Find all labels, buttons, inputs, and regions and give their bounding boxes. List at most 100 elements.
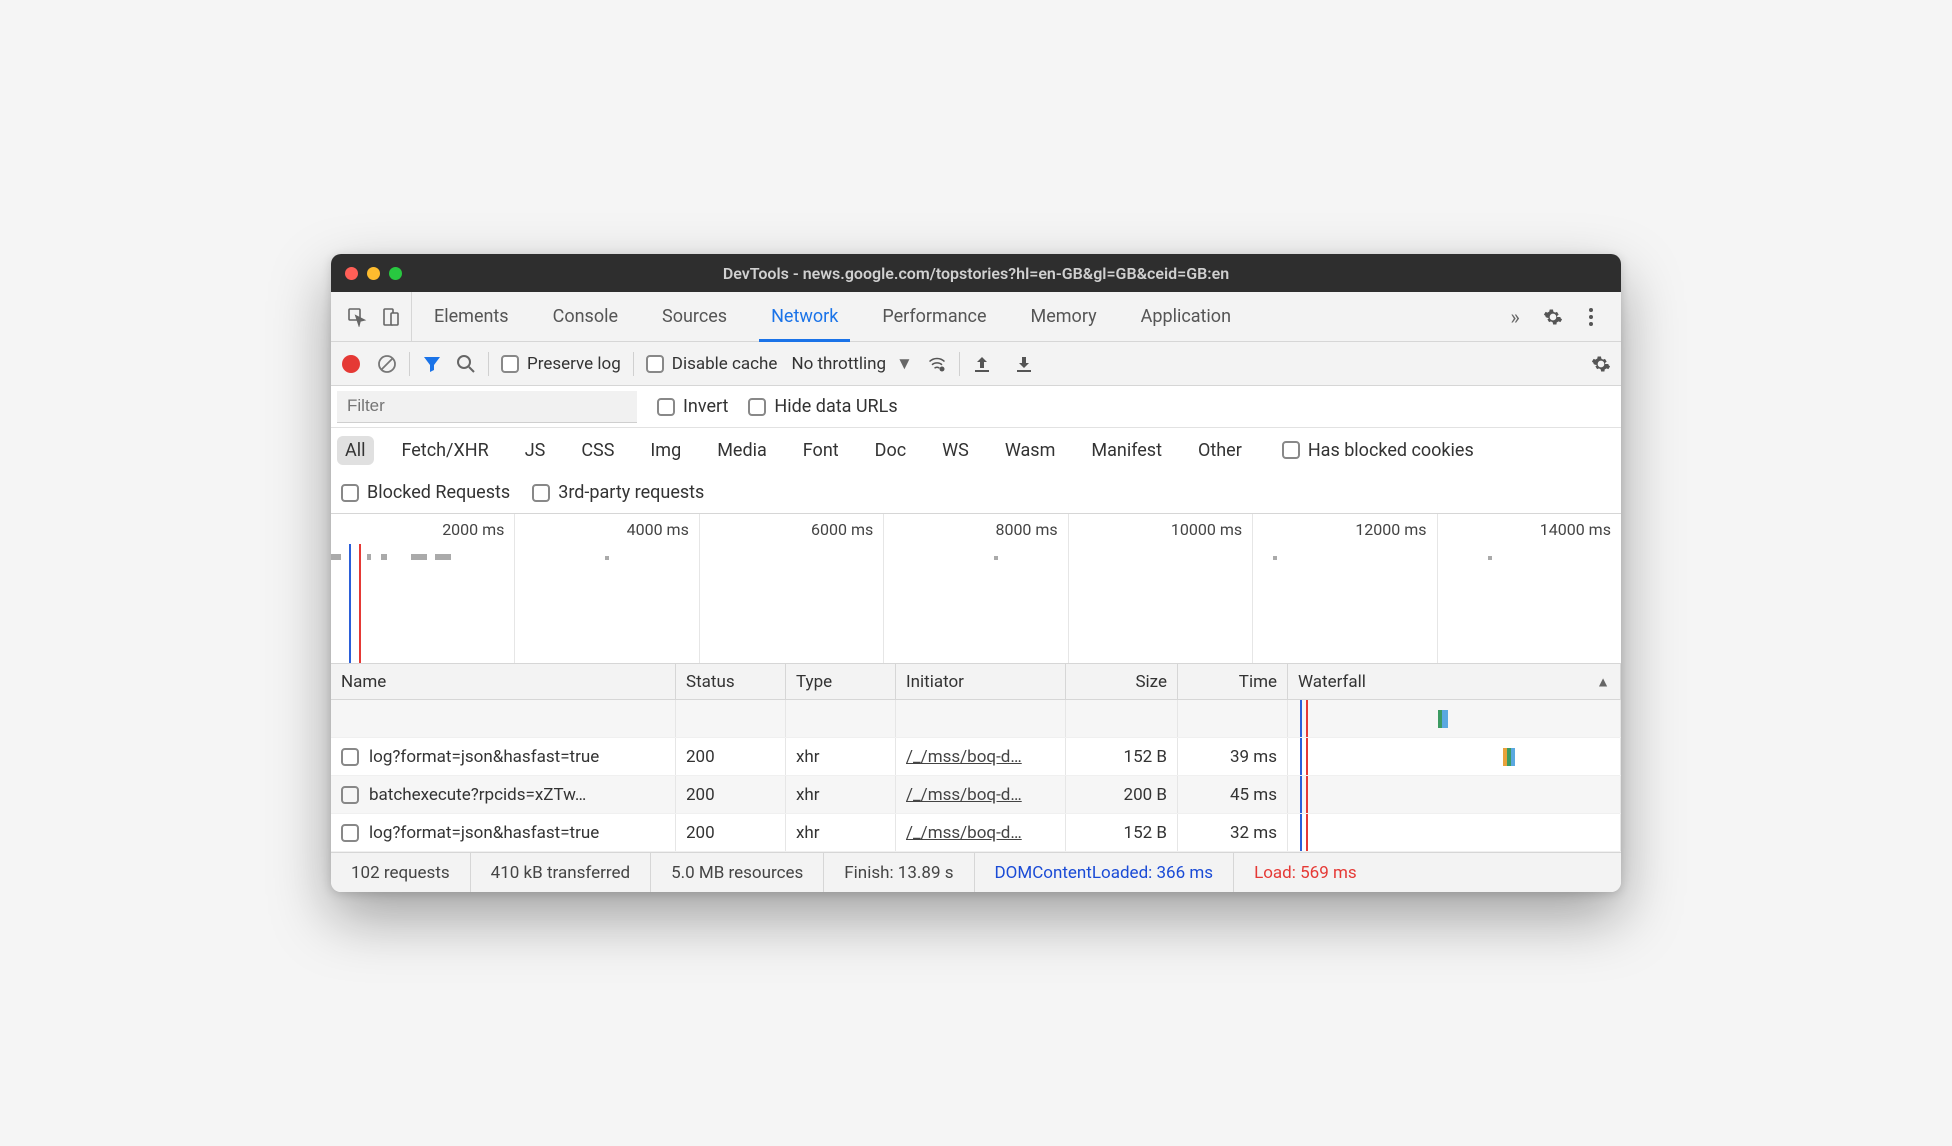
column-waterfall[interactable]: Waterfall ▲ — [1288, 664, 1621, 699]
settings-gear-icon[interactable] — [1543, 307, 1563, 327]
disable-cache-checkbox[interactable] — [646, 355, 664, 373]
search-icon[interactable] — [456, 354, 476, 374]
invert-checkbox[interactable] — [657, 398, 675, 416]
table-row[interactable]: log?format=json&hasfast=true 200 xhr /_/… — [331, 738, 1621, 776]
timeline-tick: 6000 ms — [811, 520, 873, 539]
timeline-tick: 8000 ms — [995, 520, 1057, 539]
type-ws[interactable]: WS — [934, 436, 977, 465]
request-size: 152 B — [1124, 747, 1167, 767]
more-tabs-icon[interactable]: » — [1505, 307, 1525, 327]
type-manifest[interactable]: Manifest — [1083, 436, 1170, 465]
request-size: 200 B — [1124, 785, 1167, 805]
initiator-link[interactable]: /_/mss/boq-d… — [906, 785, 1022, 805]
download-har-icon[interactable] — [1014, 354, 1034, 374]
tab-performance[interactable]: Performance — [860, 292, 1008, 341]
disable-cache-option[interactable]: Disable cache — [646, 354, 778, 374]
request-size: 152 B — [1124, 823, 1167, 843]
window-title: DevTools - news.google.com/topstories?hl… — [331, 264, 1621, 283]
preserve-log-checkbox[interactable] — [501, 355, 519, 373]
status-transferred: 410 kB transferred — [471, 853, 651, 892]
tab-sources[interactable]: Sources — [640, 292, 749, 341]
requests-table-body: log?format=json&hasfast=true 200 xhr /_/… — [331, 700, 1621, 852]
column-status[interactable]: Status — [676, 664, 786, 699]
request-time: 39 ms — [1230, 747, 1277, 767]
type-wasm[interactable]: Wasm — [997, 436, 1064, 465]
upload-har-icon[interactable] — [972, 354, 992, 374]
timeline-tick: 10000 ms — [1171, 520, 1242, 539]
type-all[interactable]: All — [337, 436, 374, 465]
row-checkbox[interactable] — [341, 824, 359, 842]
sort-arrow-icon: ▲ — [1596, 673, 1610, 690]
hide-data-urls-checkbox[interactable] — [748, 398, 766, 416]
type-other[interactable]: Other — [1190, 436, 1250, 465]
network-toolbar: Preserve log Disable cache No throttling… — [331, 342, 1621, 386]
has-blocked-cookies-checkbox[interactable] — [1282, 441, 1300, 459]
type-doc[interactable]: Doc — [867, 436, 915, 465]
type-media[interactable]: Media — [709, 436, 775, 465]
type-font[interactable]: Font — [795, 436, 847, 465]
third-party-requests-option[interactable]: 3rd-party requests — [532, 482, 704, 503]
throttling-select[interactable]: No throttling ▼ — [783, 354, 920, 374]
blocked-requests-option[interactable]: Blocked Requests — [341, 482, 510, 503]
filter-input[interactable] — [337, 391, 637, 423]
request-status: 200 — [686, 747, 715, 767]
column-size[interactable]: Size — [1066, 664, 1178, 699]
request-type: xhr — [796, 823, 820, 843]
request-status: 200 — [686, 823, 715, 843]
request-time: 32 ms — [1230, 823, 1277, 843]
tab-console[interactable]: Console — [531, 292, 640, 341]
main-tabs-bar: Elements Console Sources Network Perform… — [331, 292, 1621, 342]
main-tabs: Elements Console Sources Network Perform… — [412, 292, 1491, 341]
timeline-overview[interactable]: 2000 ms 4000 ms 6000 ms 8000 ms 10000 ms… — [331, 514, 1621, 664]
row-checkbox[interactable] — [341, 786, 359, 804]
request-type: xhr — [796, 747, 820, 767]
third-party-requests-checkbox[interactable] — [532, 484, 550, 502]
initiator-link[interactable]: /_/mss/boq-d… — [906, 823, 1022, 843]
request-status: 200 — [686, 785, 715, 805]
inspect-element-icon[interactable] — [347, 307, 367, 327]
type-css[interactable]: CSS — [573, 436, 622, 465]
type-js[interactable]: JS — [517, 436, 554, 465]
status-bar: 102 requests 410 kB transferred 5.0 MB r… — [331, 852, 1621, 892]
column-initiator[interactable]: Initiator — [896, 664, 1066, 699]
hide-data-urls-option[interactable]: Hide data URLs — [748, 396, 897, 417]
request-name: log?format=json&hasfast=true — [369, 747, 599, 767]
tab-elements[interactable]: Elements — [412, 292, 531, 341]
clear-icon[interactable] — [377, 354, 397, 374]
network-conditions-icon[interactable] — [927, 354, 947, 374]
request-name: batchexecute?rpcids=xZTw… — [369, 785, 586, 805]
minimize-window-button[interactable] — [367, 267, 380, 280]
requests-table-header: Name Status Type Initiator Size Time Wat… — [331, 664, 1621, 700]
device-toolbar-icon[interactable] — [381, 307, 401, 327]
type-fetch-xhr[interactable]: Fetch/XHR — [394, 436, 497, 465]
request-name: log?format=json&hasfast=true — [369, 823, 599, 843]
type-img[interactable]: Img — [642, 436, 689, 465]
table-row[interactable]: batchexecute?rpcids=xZTw… 200 xhr /_/mss… — [331, 776, 1621, 814]
devtools-window: DevTools - news.google.com/topstories?hl… — [331, 254, 1621, 892]
blocked-requests-checkbox[interactable] — [341, 484, 359, 502]
column-time[interactable]: Time — [1178, 664, 1288, 699]
invert-option[interactable]: Invert — [657, 396, 728, 417]
chevron-down-icon: ▼ — [896, 354, 913, 374]
request-type: xhr — [796, 785, 820, 805]
tab-application[interactable]: Application — [1119, 292, 1253, 341]
filter-row: Invert Hide data URLs — [331, 386, 1621, 428]
status-finish: Finish: 13.89 s — [824, 853, 974, 892]
tab-memory[interactable]: Memory — [1009, 292, 1119, 341]
has-blocked-cookies-option[interactable]: Has blocked cookies — [1282, 440, 1474, 461]
network-settings-gear-icon[interactable] — [1591, 354, 1611, 374]
timeline-tick: 12000 ms — [1355, 520, 1426, 539]
kebab-menu-icon[interactable] — [1581, 307, 1601, 327]
record-button[interactable] — [341, 354, 361, 374]
row-checkbox[interactable] — [341, 748, 359, 766]
maximize-window-button[interactable] — [389, 267, 402, 280]
close-window-button[interactable] — [345, 267, 358, 280]
preserve-log-option[interactable]: Preserve log — [501, 354, 621, 374]
column-type[interactable]: Type — [786, 664, 896, 699]
status-domcontentloaded: DOMContentLoaded: 366 ms — [975, 853, 1235, 892]
tab-network[interactable]: Network — [749, 292, 860, 341]
initiator-link[interactable]: /_/mss/boq-d… — [906, 747, 1022, 767]
table-row[interactable]: log?format=json&hasfast=true 200 xhr /_/… — [331, 814, 1621, 852]
filter-funnel-icon[interactable] — [422, 354, 442, 374]
column-name[interactable]: Name — [331, 664, 676, 699]
